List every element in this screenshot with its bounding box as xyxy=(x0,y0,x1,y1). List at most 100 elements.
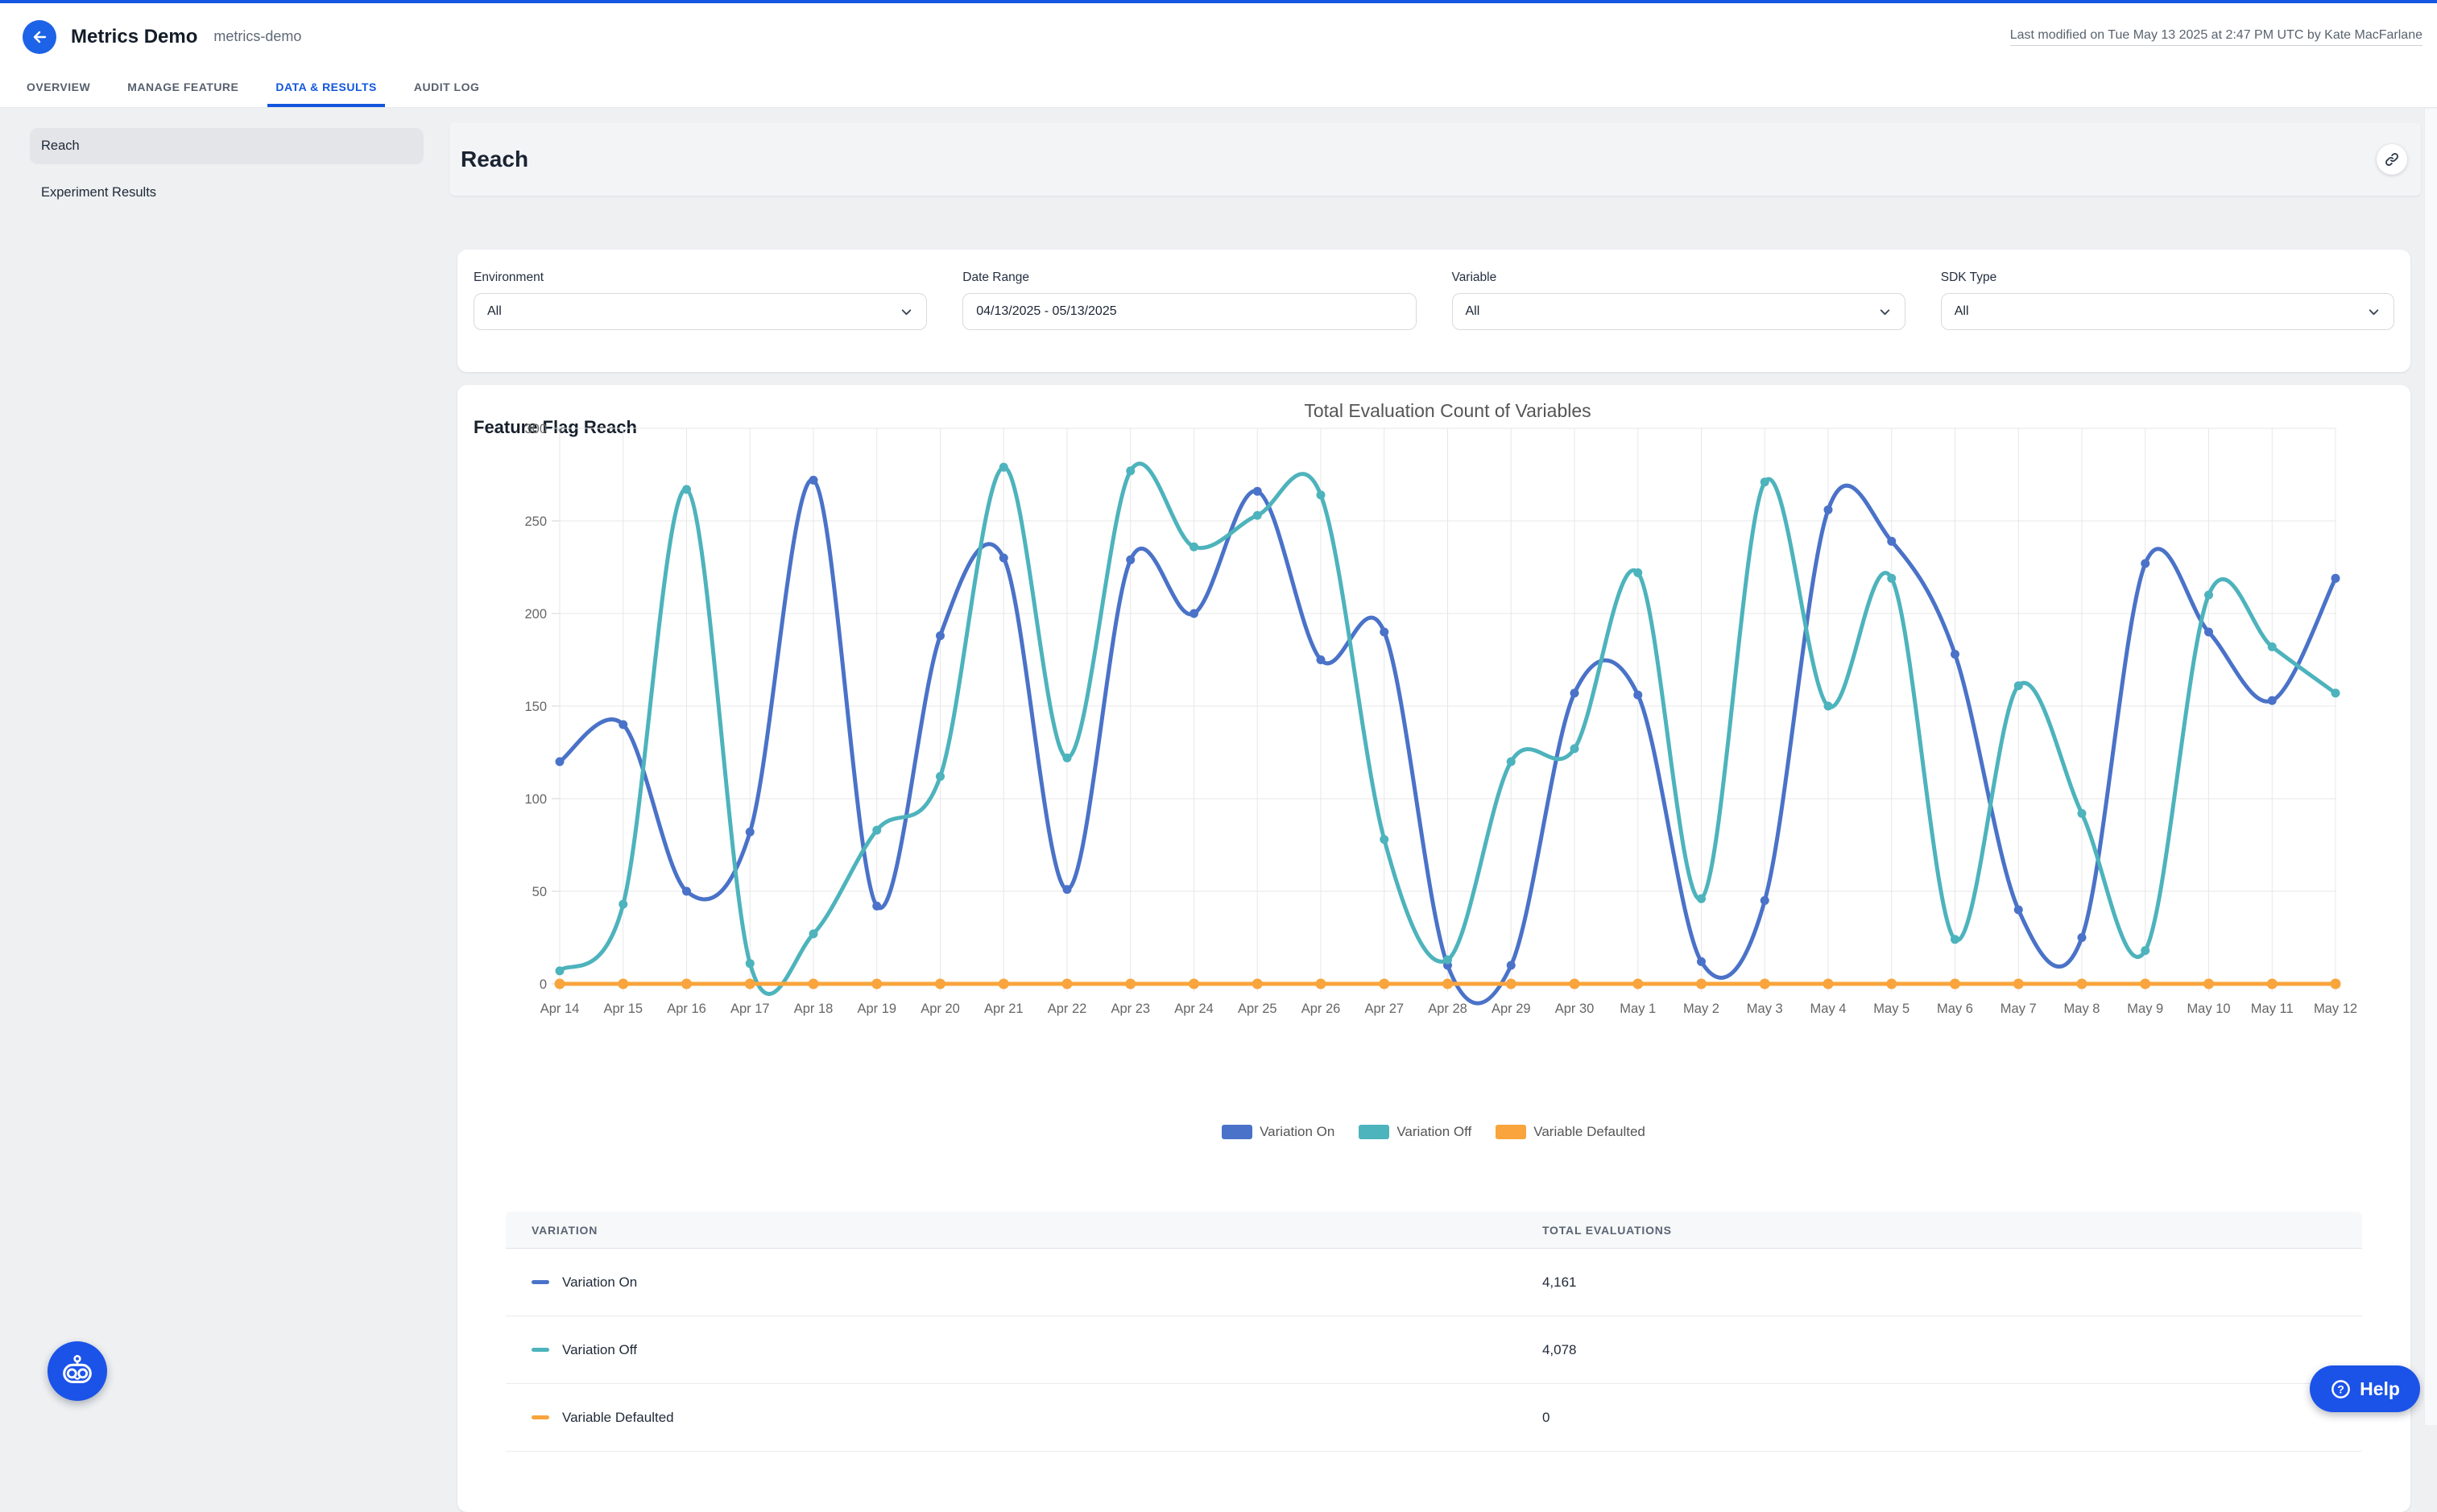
legend-label: Variable Defaulted xyxy=(1533,1124,1645,1140)
table-header-row: VARIATION TOTAL EVALUATIONS xyxy=(506,1212,2362,1249)
sdk-type-select[interactable]: All xyxy=(1941,293,2394,330)
back-button[interactable] xyxy=(23,20,56,54)
svg-text:May 11: May 11 xyxy=(2251,1002,2294,1016)
filter-environment-label: Environment xyxy=(474,271,927,285)
svg-text:Apr 17: Apr 17 xyxy=(730,1002,770,1016)
environment-select-value: All xyxy=(487,304,502,319)
series-color-dash xyxy=(532,1280,549,1284)
variable-select-value: All xyxy=(1466,304,1480,319)
svg-text:May 4: May 4 xyxy=(1810,1002,1847,1016)
link-icon xyxy=(2384,151,2400,167)
results-sidebar: Reach Experiment Results xyxy=(0,109,449,221)
svg-text:150: 150 xyxy=(524,700,547,714)
svg-text:May 10: May 10 xyxy=(2187,1002,2230,1016)
legend-item-variation-on[interactable]: Variation On xyxy=(1222,1124,1334,1140)
date-range-input-wrap xyxy=(962,293,1416,330)
feature-key: metrics-demo xyxy=(213,28,301,45)
chevron-down-icon xyxy=(1878,305,1892,319)
svg-text:Apr 28: Apr 28 xyxy=(1428,1002,1467,1016)
legend-item-variable-defaulted[interactable]: Variable Defaulted xyxy=(1496,1124,1645,1140)
svg-text:May 8: May 8 xyxy=(2064,1002,2100,1016)
column-header-total-evaluations: TOTAL EVALUATIONS xyxy=(1542,1224,2336,1237)
filter-sdk-type-label: SDK Type xyxy=(1941,271,2394,285)
series-color-dash xyxy=(532,1348,549,1352)
svg-text:0: 0 xyxy=(540,977,547,992)
svg-text:Apr 16: Apr 16 xyxy=(667,1002,706,1016)
legend-label: Variation Off xyxy=(1396,1124,1471,1140)
svg-text:May 6: May 6 xyxy=(1937,1002,1973,1016)
svg-text:Apr 19: Apr 19 xyxy=(857,1002,896,1016)
environment-select[interactable]: All xyxy=(474,293,927,330)
date-range-input[interactable] xyxy=(976,304,1402,319)
svg-text:Total Evaluation Count of Vari: Total Evaluation Count of Variables xyxy=(1304,400,1591,421)
legend-label: Variation On xyxy=(1260,1124,1334,1140)
tab-data-results[interactable]: DATA & RESULTS xyxy=(267,70,384,107)
svg-text:Apr 18: Apr 18 xyxy=(794,1002,834,1016)
total-evaluations-value: 4,161 xyxy=(1542,1274,2336,1291)
table-row: Variation Off 4,078 xyxy=(506,1316,2362,1384)
svg-text:May 3: May 3 xyxy=(1747,1002,1783,1016)
filter-environment: Environment All xyxy=(474,271,927,351)
arrow-left-icon xyxy=(30,27,49,47)
svg-text:Apr 14: Apr 14 xyxy=(540,1002,580,1016)
sidebar-item-reach[interactable]: Reach xyxy=(30,128,424,164)
svg-text:?: ? xyxy=(2337,1382,2344,1395)
tab-overview[interactable]: OVERVIEW xyxy=(19,70,98,107)
svg-text:300: 300 xyxy=(524,422,547,436)
svg-text:Apr 27: Apr 27 xyxy=(1364,1002,1404,1016)
chevron-down-icon xyxy=(2367,305,2381,319)
svg-text:May 2: May 2 xyxy=(1683,1002,1719,1016)
svg-text:May 7: May 7 xyxy=(2000,1002,2037,1016)
app-header: Metrics Demo metrics-demo Last modified … xyxy=(0,3,2437,70)
filter-date-range-label: Date Range xyxy=(962,271,1416,285)
chart-legend: Variation On Variation Off Variable Defa… xyxy=(467,1124,2400,1140)
question-circle-icon: ? xyxy=(2330,1378,2352,1400)
robot-icon xyxy=(59,1353,96,1390)
feature-flag-reach-card: Feature Flag Reach Total Evaluation Coun… xyxy=(457,385,2410,1512)
svg-text:50: 50 xyxy=(532,885,547,899)
copy-link-button[interactable] xyxy=(2377,144,2407,175)
svg-text:Apr 29: Apr 29 xyxy=(1492,1002,1531,1016)
legend-swatch xyxy=(1222,1125,1252,1139)
total-evaluations-value: 4,078 xyxy=(1542,1342,2336,1358)
vertical-scrollbar[interactable] xyxy=(2424,109,2437,1425)
section-heading: Reach xyxy=(461,147,528,172)
filter-variable-label: Variable xyxy=(1452,271,1905,285)
feature-tabs: OVERVIEW MANAGE FEATURE DATA & RESULTS A… xyxy=(0,70,2437,108)
svg-text:Apr 30: Apr 30 xyxy=(1555,1002,1595,1016)
evaluation-count-chart[interactable]: Total Evaluation Count of Variables 0 50 10… xyxy=(467,385,2400,1109)
variation-name: Variation Off xyxy=(562,1342,637,1358)
svg-text:100: 100 xyxy=(524,792,547,807)
legend-swatch xyxy=(1496,1125,1526,1139)
variation-name: Variable Defaulted xyxy=(562,1410,674,1426)
chevron-down-icon xyxy=(900,305,913,319)
legend-swatch xyxy=(1359,1125,1389,1139)
filter-sdk-type: SDK Type All xyxy=(1941,271,2394,351)
section-header: Reach xyxy=(449,122,2421,196)
sdk-type-select-value: All xyxy=(1955,304,1969,319)
table-row: Variation On 4,161 xyxy=(506,1249,2362,1316)
svg-text:Apr 25: Apr 25 xyxy=(1238,1002,1277,1016)
svg-text:Apr 23: Apr 23 xyxy=(1111,1002,1150,1016)
variation-name: Variation On xyxy=(562,1274,637,1291)
svg-text:Apr 26: Apr 26 xyxy=(1301,1002,1341,1016)
help-button-label: Help xyxy=(2360,1378,2400,1400)
last-modified-text: Last modified on Tue May 13 2025 at 2:47… xyxy=(2010,28,2423,46)
sidebar-item-experiment-results[interactable]: Experiment Results xyxy=(30,175,424,211)
svg-text:May 1: May 1 xyxy=(1620,1002,1656,1016)
tab-audit-log[interactable]: AUDIT LOG xyxy=(406,70,488,107)
variable-select[interactable]: All xyxy=(1452,293,1905,330)
variations-table: VARIATION TOTAL EVALUATIONS Variation On… xyxy=(506,1212,2362,1452)
assistant-button[interactable] xyxy=(48,1341,107,1401)
svg-text:200: 200 xyxy=(524,607,547,622)
svg-text:Apr 20: Apr 20 xyxy=(921,1002,960,1016)
help-button[interactable]: ? Help xyxy=(2310,1365,2420,1412)
filter-date-range: Date Range xyxy=(962,271,1416,351)
svg-text:Apr 24: Apr 24 xyxy=(1174,1002,1214,1016)
svg-text:May 12: May 12 xyxy=(2314,1002,2357,1016)
svg-text:Apr 22: Apr 22 xyxy=(1048,1002,1087,1016)
legend-item-variation-off[interactable]: Variation Off xyxy=(1359,1124,1471,1140)
tab-manage-feature[interactable]: MANAGE FEATURE xyxy=(119,70,246,107)
filter-variable: Variable All xyxy=(1452,271,1905,351)
svg-text:May 5: May 5 xyxy=(1873,1002,1909,1016)
